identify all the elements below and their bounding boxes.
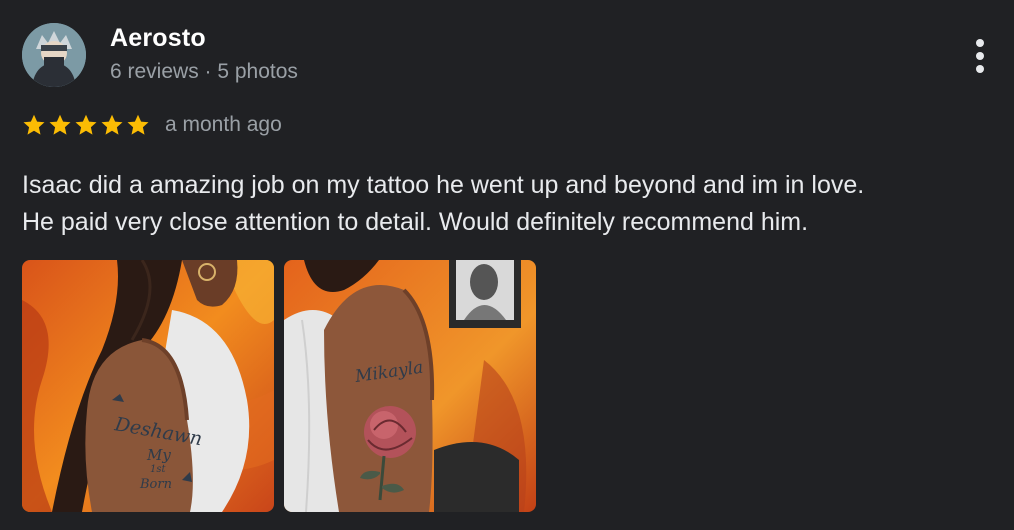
more-vert-icon bbox=[976, 39, 984, 47]
star-icon bbox=[49, 114, 71, 135]
review-text: Isaac did a amazing job on my tattoo he … bbox=[22, 167, 997, 241]
tattoo-text: Born bbox=[139, 477, 172, 492]
avatar-image bbox=[22, 23, 86, 87]
more-vert-icon-dot bbox=[976, 65, 984, 73]
author-meta: 6 reviews · 5 photos bbox=[110, 60, 298, 83]
star-icon bbox=[101, 114, 123, 135]
author-name[interactable]: Aerosto bbox=[110, 24, 206, 53]
review-card: Aerosto 6 reviews · 5 photos a month ago… bbox=[0, 0, 1014, 530]
tattoo-text: 1st bbox=[150, 464, 166, 475]
review-date: a month ago bbox=[165, 113, 282, 136]
star-icon bbox=[75, 114, 97, 135]
avatar[interactable] bbox=[22, 23, 86, 87]
more-options-button[interactable] bbox=[962, 34, 998, 74]
tattoo-photo-image: Mikayla bbox=[284, 260, 536, 512]
tattoo-photo-image: Deshawn My 1st Born bbox=[22, 260, 274, 512]
review-photo[interactable]: Deshawn My 1st Born bbox=[22, 260, 274, 512]
tattoo-text: My bbox=[146, 446, 171, 464]
star-icon bbox=[23, 114, 45, 135]
more-vert-icon-dot bbox=[976, 52, 984, 60]
review-text-line: He paid very close attention to detail. … bbox=[22, 208, 809, 236]
rating-row: a month ago bbox=[22, 110, 282, 140]
review-photo[interactable]: Mikayla bbox=[284, 260, 536, 512]
review-text-line: Isaac did a amazing job on my tattoo he … bbox=[22, 171, 865, 199]
star-rating bbox=[22, 113, 150, 137]
star-icon bbox=[127, 114, 149, 135]
